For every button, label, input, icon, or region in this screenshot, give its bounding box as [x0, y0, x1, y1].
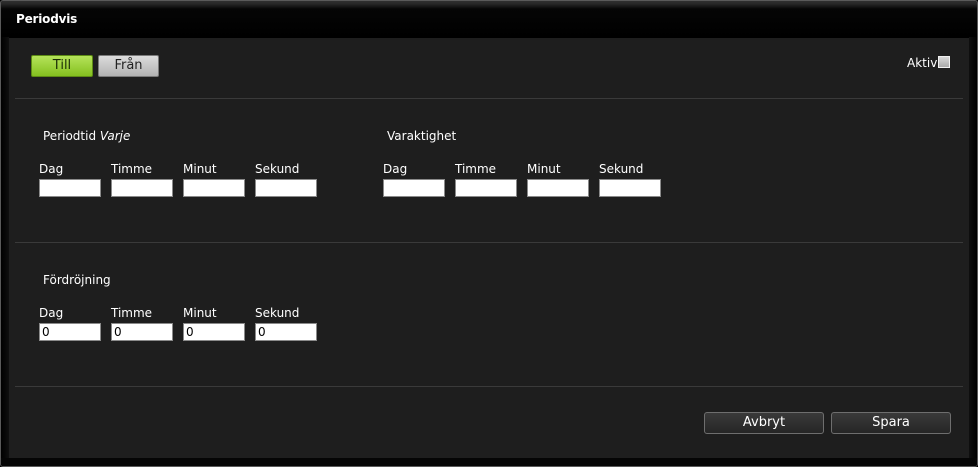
- fordrojning-sekund-label: Sekund: [255, 306, 300, 320]
- periodtid-sekund-input[interactable]: [255, 179, 317, 197]
- periodtid-dag-label: Dag: [39, 162, 64, 176]
- divider: [15, 98, 963, 99]
- varaktighet-title: Varaktighet: [387, 129, 457, 143]
- fordrojning-title: Fördröjning: [43, 273, 111, 287]
- periodtid-title-emphasis: Varje: [99, 129, 131, 143]
- fran-button[interactable]: Från: [98, 55, 159, 77]
- periodtid-title: Periodtid Varje: [43, 129, 130, 143]
- fordrojning-timme-label: Timme: [111, 306, 153, 320]
- fordrojning-dag-input[interactable]: 0: [39, 323, 101, 341]
- periodtid-timme-label: Timme: [111, 162, 153, 176]
- periodtid-minut-label: Minut: [183, 162, 217, 176]
- varaktighet-sekund-label: Sekund: [599, 162, 644, 176]
- till-button[interactable]: Till: [31, 55, 93, 77]
- divider: [15, 386, 963, 387]
- periodtid-dag-input[interactable]: [39, 179, 101, 197]
- fordrojning-sekund-input[interactable]: 0: [255, 323, 317, 341]
- varaktighet-minut-label: Minut: [527, 162, 561, 176]
- cancel-button[interactable]: Avbryt: [704, 412, 824, 434]
- periodtid-sekund-label: Sekund: [255, 162, 300, 176]
- save-button[interactable]: Spara: [831, 412, 951, 434]
- varaktighet-dag-label: Dag: [383, 162, 408, 176]
- title-bar: Periodvis: [1, 1, 977, 38]
- frame-left: [1, 37, 9, 466]
- dialog-content: [9, 38, 969, 458]
- divider: [15, 242, 963, 243]
- fordrojning-minut-input[interactable]: 0: [183, 323, 245, 341]
- dialog-title: Periodvis: [16, 12, 78, 26]
- varaktighet-sekund-input[interactable]: [599, 179, 661, 197]
- periodtid-timme-input[interactable]: [111, 179, 173, 197]
- periodtid-minut-input[interactable]: [183, 179, 245, 197]
- fordrojning-timme-input[interactable]: 0: [111, 323, 173, 341]
- aktiv-checkbox[interactable]: [938, 56, 950, 68]
- varaktighet-minut-input[interactable]: [527, 179, 589, 197]
- periodtid-title-prefix: Periodtid: [43, 129, 97, 143]
- varaktighet-dag-input[interactable]: [383, 179, 445, 197]
- aktiv-label: Aktiv: [907, 56, 938, 70]
- periodvis-dialog: Periodvis Till Från Aktiv Periodtid Varj…: [0, 0, 978, 467]
- frame-right: [969, 37, 977, 466]
- frame-bottom: [1, 458, 977, 466]
- varaktighet-timme-input[interactable]: [455, 179, 517, 197]
- fordrojning-dag-label: Dag: [39, 306, 64, 320]
- fordrojning-minut-label: Minut: [183, 306, 217, 320]
- varaktighet-timme-label: Timme: [455, 162, 497, 176]
